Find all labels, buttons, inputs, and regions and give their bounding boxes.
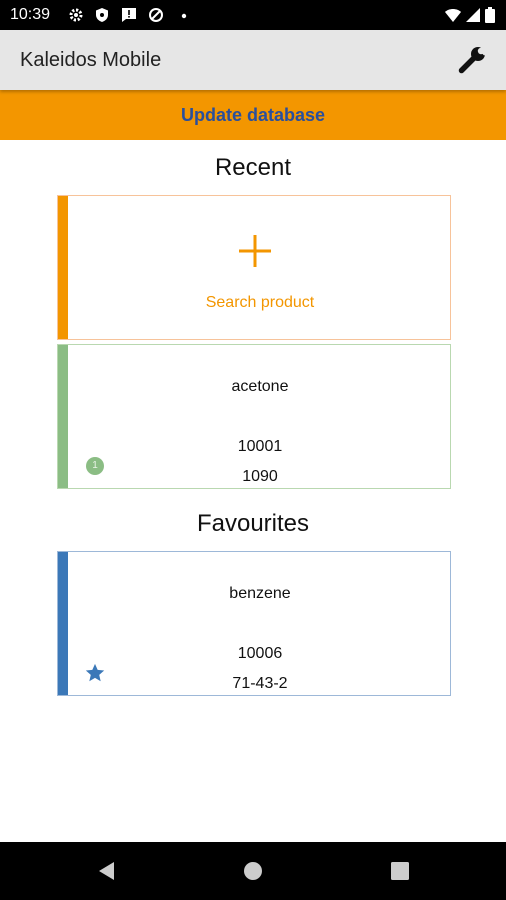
product-name: acetone — [231, 378, 289, 395]
wifi-icon — [445, 7, 461, 23]
card-accent — [58, 345, 68, 488]
shield-icon — [94, 7, 110, 23]
product-number: 71-43-2 — [232, 675, 288, 692]
dot-icon — [176, 7, 192, 23]
product-number: 1090 — [242, 468, 278, 485]
message-icon — [121, 7, 137, 23]
update-database-button[interactable]: Update database — [0, 90, 506, 140]
product-name: benzene — [229, 585, 291, 602]
recents-button[interactable] — [388, 859, 412, 883]
card-accent — [58, 552, 68, 695]
app-bar: Kaleidos Mobile — [0, 30, 506, 90]
back-button[interactable] — [95, 859, 119, 883]
home-button[interactable] — [241, 859, 265, 883]
data-saver-icon — [148, 7, 164, 23]
search-product-card[interactable]: Search product — [57, 195, 451, 340]
favourite-item-card[interactable]: benzene 10006 71-43-2 — [57, 551, 451, 696]
app-title: Kaleidos Mobile — [20, 49, 162, 71]
search-product-label: Search product — [205, 294, 315, 311]
battery-icon — [485, 7, 495, 23]
update-database-label: Update database — [180, 104, 326, 125]
settings-gear-icon — [68, 7, 84, 23]
wrench-icon — [458, 45, 487, 74]
product-code: 10001 — [237, 438, 283, 455]
plus-icon — [239, 235, 271, 267]
product-code: 10006 — [237, 645, 283, 662]
status-time: 10:39 — [10, 6, 51, 23]
settings-button[interactable] — [452, 42, 492, 78]
favourites-heading: Favourites — [196, 510, 310, 537]
star-icon — [85, 663, 105, 682]
recents-icon — [391, 862, 409, 880]
navigation-bar — [0, 842, 506, 900]
signal-icon — [465, 7, 481, 23]
recent-item-card[interactable]: acetone 10001 1090 1 — [57, 344, 451, 489]
app-screen: 10:39 Kaleidos Mobile Update database Re… — [0, 0, 506, 900]
recent-badge: 1 — [86, 457, 104, 475]
card-accent — [58, 196, 68, 339]
back-icon — [99, 862, 114, 880]
status-bar: 10:39 — [0, 0, 506, 30]
recent-heading: Recent — [214, 154, 292, 181]
home-icon — [244, 862, 262, 880]
